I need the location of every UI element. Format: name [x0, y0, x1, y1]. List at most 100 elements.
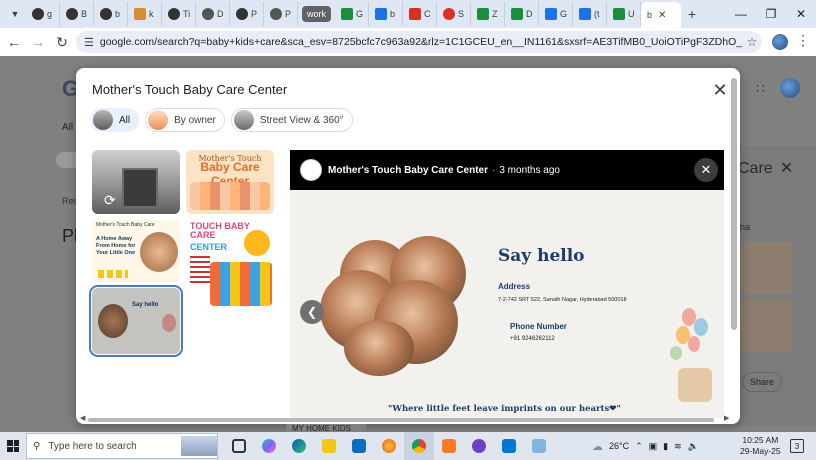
browser-tab[interactable]: Ti — [162, 2, 196, 26]
previous-photo-button[interactable]: ❮ — [300, 300, 324, 324]
site-info-icon[interactable]: ☰ — [84, 36, 94, 49]
browser-tab[interactable]: D — [505, 2, 540, 26]
wifi-icon[interactable]: ≋ — [674, 441, 682, 452]
browser-menu-icon[interactable]: ⋮ — [796, 32, 810, 49]
tab-all[interactable]: All — [62, 122, 73, 133]
task-view-icon[interactable] — [224, 432, 254, 460]
forward-button[interactable]: → — [26, 30, 50, 54]
share-button[interactable]: Share — [742, 372, 782, 392]
chevron-up-icon[interactable]: ⌃ — [635, 441, 643, 452]
start-button[interactable] — [0, 432, 26, 460]
clock-time: 10:25 AM — [742, 435, 779, 445]
weather-text[interactable]: 26°C — [609, 441, 629, 451]
browser-tab[interactable]: k — [128, 2, 162, 26]
site-icon — [409, 8, 422, 20]
tab-label: (t — [594, 9, 600, 19]
address-value: 7-2-742 SRT 522, Sanath Nagar, Hyderabad… — [498, 297, 627, 303]
close-preview-button[interactable]: ✕ — [694, 158, 718, 182]
app-icon[interactable] — [524, 432, 554, 460]
threads-icon — [168, 8, 180, 20]
filter-chip-street-view[interactable]: Street View & 360° — [230, 108, 353, 132]
filter-chip-by-owner[interactable]: By owner — [145, 108, 225, 132]
browser-tab[interactable]: Z — [471, 2, 506, 26]
tab-group-label[interactable]: work — [302, 6, 332, 22]
file-explorer-icon[interactable] — [314, 432, 344, 460]
close-tab-icon[interactable]: ✕ — [658, 10, 666, 21]
photo-thumbnail[interactable]: Mother's Touch Baby Care A Home Away Fro… — [92, 220, 180, 282]
scroll-right-icon[interactable]: ▶ — [724, 414, 729, 422]
phone-value: +91 9246262112 — [510, 336, 555, 342]
taskbar-search[interactable]: ⚲ Type here to search — [26, 433, 218, 459]
browser-tab[interactable]: D — [196, 2, 230, 26]
horizontal-scrollbar[interactable]: ◀ ▶ — [80, 414, 734, 424]
close-icon[interactable]: ✕ — [780, 158, 793, 178]
filter-chip-all[interactable]: All — [90, 108, 140, 132]
browser-tab[interactable]: g — [26, 2, 60, 26]
browser-tab[interactable]: C — [403, 2, 438, 26]
network-icon[interactable]: ▣ — [649, 441, 658, 452]
tab-label: G — [560, 9, 568, 19]
firefox-icon[interactable] — [374, 432, 404, 460]
volume-icon[interactable]: 🔈 — [688, 441, 699, 452]
browser-tab[interactable]: G — [539, 2, 574, 26]
site-icon — [375, 8, 388, 20]
apps-grid-icon[interactable]: ∷ — [756, 80, 765, 97]
battery-icon[interactable]: ▮ — [663, 441, 668, 452]
weather-icon[interactable]: ☁ — [592, 440, 603, 453]
posted-time: 3 months ago — [499, 164, 560, 176]
browser-tab[interactable]: b — [94, 2, 128, 26]
browser-tab[interactable]: S — [437, 2, 472, 26]
balloon-illustration — [688, 336, 700, 352]
browser-tab[interactable]: P — [264, 2, 298, 26]
vertical-scrollbar[interactable] — [731, 78, 737, 330]
mail-icon[interactable] — [344, 432, 374, 460]
tab-search-icon[interactable]: ▼ — [4, 3, 26, 25]
browser-tab[interactable]: G — [335, 2, 370, 26]
restore-icon[interactable]: ❐ — [756, 0, 786, 28]
browser-tab[interactable]: b — [369, 2, 404, 26]
bookmark-star-icon[interactable]: ☆ — [742, 35, 762, 49]
browser-tab[interactable]: P — [230, 2, 264, 26]
tab-label: P — [285, 9, 292, 19]
photo-thumbnail[interactable]: ⟳ — [92, 150, 180, 214]
scroll-left-icon[interactable]: ◀ — [80, 414, 85, 422]
address-bar[interactable]: ☰ google.com/search?q=baby+kids+care&sca… — [76, 31, 762, 53]
copilot-icon[interactable] — [254, 432, 284, 460]
account-avatar[interactable] — [780, 78, 800, 98]
balloon-illustration — [670, 346, 682, 360]
site-icon — [270, 8, 282, 20]
github-desktop-icon[interactable] — [464, 432, 494, 460]
url-text[interactable]: google.com/search?q=baby+kids+care&sca_e… — [100, 36, 742, 48]
close-dialog-button[interactable]: ✕ — [708, 78, 732, 102]
business-logo — [300, 159, 322, 181]
browser-tab[interactable]: U — [607, 2, 642, 26]
chart-icon — [134, 8, 146, 20]
notification-center-icon[interactable]: 3 — [790, 439, 804, 453]
chrome-icon[interactable] — [404, 432, 434, 460]
edge-icon[interactable] — [284, 432, 314, 460]
threads-icon — [236, 8, 248, 20]
close-window-icon[interactable]: ✕ — [786, 0, 816, 28]
taskbar-clock[interactable]: 10:25 AM 29-May-25 — [740, 435, 781, 457]
xampp-icon[interactable] — [434, 432, 464, 460]
vscode-icon[interactable] — [494, 432, 524, 460]
back-button[interactable]: ← — [2, 30, 26, 54]
scrollbar-thumb[interactable] — [88, 418, 714, 422]
new-tab-button[interactable]: + — [681, 6, 703, 22]
browser-tab[interactable]: (t — [573, 2, 608, 26]
thumbnail-text: TOUCH BABY CARE — [190, 221, 250, 240]
panel-thumbnail[interactable] — [740, 242, 792, 294]
active-tab[interactable]: b ✕ — [641, 2, 682, 28]
windows-taskbar: ⚲ Type here to search ☁ 26°C ⌃ ▣ ▮ ≋ 🔈 1… — [0, 432, 816, 460]
site-icon — [477, 8, 490, 20]
site-icon — [579, 8, 592, 20]
browser-tab[interactable]: B — [60, 2, 94, 26]
photo-thumbnail[interactable]: TOUCH BABY CARE CENTER — [186, 220, 274, 308]
panel-thumbnail[interactable] — [740, 300, 792, 352]
profile-avatar[interactable] — [772, 34, 788, 50]
photo-thumbnail[interactable]: Mother's Touch Baby Care Center — [186, 150, 274, 214]
reload-button[interactable]: ↻ — [50, 30, 74, 54]
minimize-icon[interactable]: — — [726, 0, 756, 28]
photo-thumbnail-selected[interactable]: Say hello — [89, 285, 183, 357]
poster-name[interactable]: Mother's Touch Baby Care Center — [328, 165, 488, 176]
